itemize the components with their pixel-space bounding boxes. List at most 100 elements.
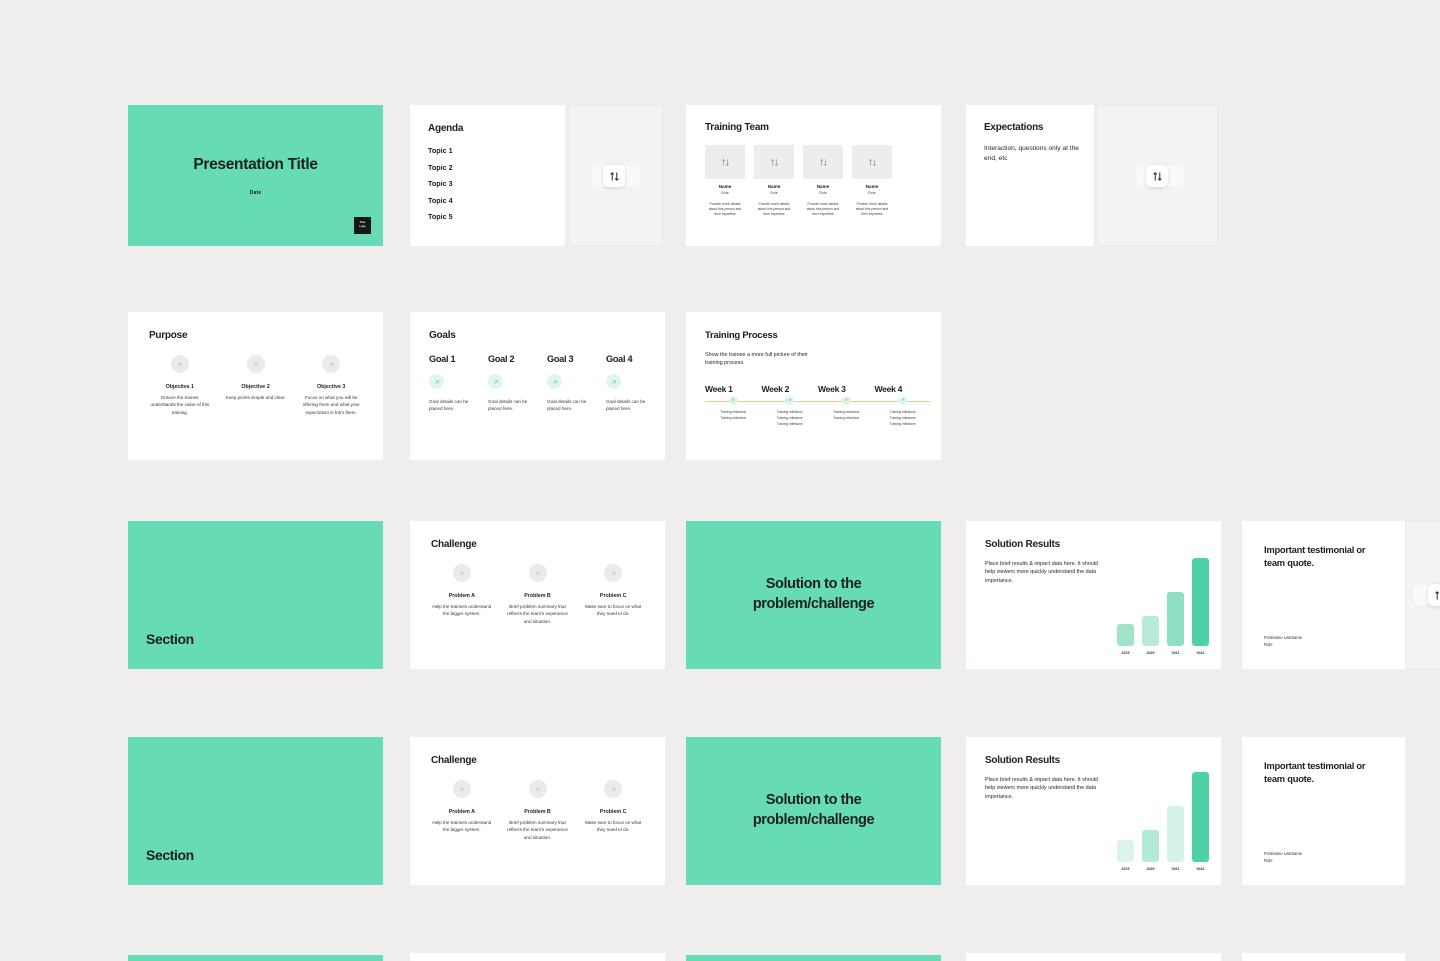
agenda-topic-5[interactable]: Topic 5 [428,212,565,221]
team-member-photo [852,145,892,179]
agenda-topic-1[interactable]: Topic 1 [428,146,565,155]
bar-column: 2022 [1192,772,1209,871]
arrow-icon [253,362,258,366]
arrow-icon [434,379,439,384]
team-member-name: Name [718,184,732,189]
slide-row5-testimonial[interactable] [1242,953,1405,961]
problem-label: Problem C [599,593,627,599]
purpose-objectives: Objective 1 Ensure the trainee understan… [142,355,369,416]
goal-item[interactable]: Goal 2 Goal details can be placed here. [488,354,547,413]
timeline-dot [898,395,908,405]
milestone-text: Training milestone [776,421,803,426]
slide-solution-results-2[interactable]: Solution Results Place brief results & i… [966,737,1221,885]
chart-bar [1117,624,1134,646]
problem-item[interactable]: Problem A Help the trainees understand t… [424,564,500,625]
problem-item[interactable]: Problem A Help the trainees understand t… [424,780,500,841]
challenge-problems: Problem A Help the trainees understand t… [424,564,651,625]
objective-text: Keep points simple and clear. [225,395,286,400]
objective-item[interactable]: Objective 2 Keep points simple and clear… [218,355,294,416]
slide-row5-results[interactable] [966,953,1221,961]
goal-item[interactable]: Goal 1 Goal details can be placed here. [429,354,488,413]
problem-icon-circle [528,780,547,798]
section-label: Section [146,631,194,647]
swap-button-agenda[interactable] [603,165,625,187]
slide-challenge-1[interactable]: Challenge Problem A Help the trainees un… [410,521,665,669]
goal-item[interactable]: Goal 4 Goal details can be placed here. [606,354,665,413]
milestone-text: Training milestone [833,409,860,414]
goal-item[interactable]: Goal 3 Goal details can be placed here. [547,354,606,413]
milestone-text: Training milestone [720,415,747,420]
testimonial-attribution: Firstname Lastname Role [1264,851,1302,863]
bar-column: 2021 [1167,592,1184,655]
testimonial-line-2: team quote. [1264,557,1314,569]
solution-results-heading: Solution Results [985,539,1060,550]
slide-training-process[interactable]: Training Process Show the trainee a more… [686,312,941,460]
chart-bar [1167,592,1184,646]
arrow-icon [901,399,904,402]
slide-solution-statement-1[interactable]: Solution to the problem/challenge [686,521,941,669]
slide-training-team[interactable]: Training Team Name Role Provide more det… [686,105,941,246]
presentation-title: Presentation Title [193,155,318,173]
team-member-card[interactable]: Name Role Provide more details about thi… [705,145,745,217]
goal-name: Goal 2 [488,354,515,364]
slide-solution-results-1[interactable]: Solution Results Place brief results & i… [966,521,1221,669]
slide-section-2[interactable]: Section [128,737,383,885]
objective-item[interactable]: Objective 3 Focus on what you will be of… [293,355,369,416]
objective-label: Objective 2 [241,384,270,390]
problem-label: Problem A [448,809,475,815]
swap-button-expectations[interactable] [1146,165,1168,187]
arrow-icon [611,787,615,791]
testimonial-line-2: team quote. [1264,773,1314,785]
arrow-icon [552,379,557,384]
slide-row5-section[interactable] [128,955,383,961]
team-member-card[interactable]: Name Role Provide more details about thi… [852,145,892,217]
problem-text: Brief problem summary that reflects the … [507,604,568,624]
agenda-topic-2[interactable]: Topic 2 [428,163,565,172]
solution-line-1: Solution to the [765,792,862,809]
timeline-week-labels: Week 1 Week 2 Week 3 Week 4 [705,384,931,394]
problem-item[interactable]: Problem C Make sure to focus on what the… [575,780,651,841]
arrow-icon [788,399,791,402]
bar-column: 2021 [1167,806,1184,871]
team-member-desc: Provide more details about this person a… [855,202,889,217]
team-member-card[interactable]: Name Role Provide more details about thi… [754,145,794,217]
milestone-text: Training milestone [776,409,803,414]
agenda-topic-3[interactable]: Topic 3 [428,179,565,188]
slide-row5-solution[interactable] [686,955,941,961]
testimonial-author-role: Role [1264,858,1273,863]
slide-challenge-2[interactable]: Challenge Problem A Help the trainees un… [410,737,665,885]
objective-item[interactable]: Objective 1 Ensure the trainee understan… [142,355,218,416]
slide-testimonial-2[interactable]: Important testimonial or team quote. Fir… [1242,737,1405,885]
image-placeholder-icon [770,158,778,166]
problem-label: Problem B [524,593,551,599]
slide-solution-statement-2[interactable]: Solution to the problem/challenge [686,737,941,885]
agenda-topic-4[interactable]: Topic 4 [428,196,565,205]
slide-testimonial-1[interactable]: Important testimonial or team quote. Fir… [1242,521,1405,669]
team-member-photo [705,145,745,179]
slide-presentation-title[interactable]: Presentation Title Date Your Logo [128,105,383,246]
slide-section-1[interactable]: Section [128,521,383,669]
team-member-card[interactable]: Name Role Provide more details about thi… [803,145,843,217]
image-placeholder-icon [819,158,827,166]
logo-placeholder: Your Logo [354,217,371,234]
slide-agenda[interactable]: Agenda Topic 1 Topic 2 Topic 3 Topic 4 T… [410,105,565,246]
slide-goals[interactable]: Goals Goal 1 Goal details can be placed … [410,312,665,460]
objective-icon-circle [246,355,265,373]
slide-purpose[interactable]: Purpose Objective 1 Ensure the trainee u… [128,312,383,460]
solution-line-1: Solution to the [765,576,862,593]
swap-button-testimonial[interactable] [1428,584,1440,606]
problem-item[interactable]: Problem C Make sure to focus on what the… [575,564,651,625]
slide-expectations[interactable]: Expectations Interaction, questions only… [966,105,1094,246]
problem-label: Problem B [524,809,551,815]
solution-statement-text: Solution to the problem/challenge [753,575,875,614]
slide-row5-challenge[interactable] [410,953,665,961]
goal-text: Goal details can be placed here. [488,399,528,412]
goals-heading: Goals [429,330,456,341]
problem-item[interactable]: Problem B Brief problem summary that ref… [500,780,576,841]
goal-name: Goal 4 [606,354,633,364]
testimonial-line-1: Important testimonial or [1264,544,1366,555]
team-member-name: Name [865,184,879,189]
problem-item[interactable]: Problem B Brief problem summary that ref… [500,564,576,625]
image-placeholder-icon [721,158,729,166]
bar-column: 2020 [1142,830,1159,871]
